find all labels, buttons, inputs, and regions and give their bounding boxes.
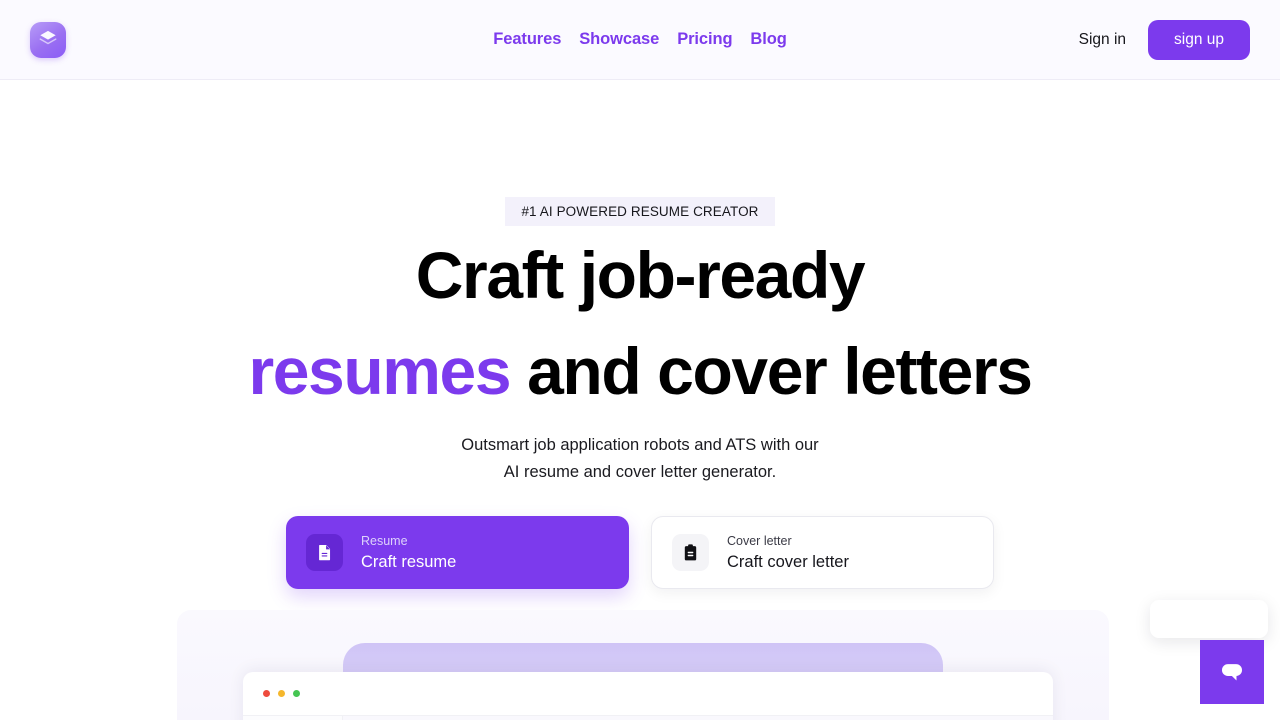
browser-window-mockup: [243, 672, 1053, 720]
headline-rest: and cover letters: [510, 334, 1033, 408]
resume-option-card[interactable]: Resume Craft resume: [286, 516, 629, 590]
headline-accent-word: resumes: [248, 334, 511, 408]
headline-line-2: resumes and cover letters: [0, 338, 1280, 404]
cover-letter-card-kicker: Cover letter: [727, 534, 792, 549]
resume-card-text: Resume Craft resume: [361, 532, 456, 572]
mode-selector: Resume Craft resume Cover letter Craft c…: [0, 516, 1280, 590]
hero-section: #1 AI POWERED RESUME CREATOR Craft job-r…: [0, 80, 1280, 590]
minimize-dot-icon: [278, 690, 285, 697]
window-sidebar: [243, 716, 343, 720]
nav-item-showcase[interactable]: Showcase: [579, 30, 659, 49]
hero-badge: #1 AI POWERED RESUME CREATOR: [505, 197, 775, 226]
sign-in-button[interactable]: Sign in: [1079, 31, 1126, 49]
chat-teaser-card[interactable]: [1150, 600, 1268, 638]
clipboard-icon: [672, 534, 709, 572]
resume-card-kicker: Resume: [361, 534, 408, 549]
headline-line-1: Craft job-ready: [415, 238, 866, 312]
maximize-dot-icon: [293, 690, 300, 697]
window-traffic-lights: [263, 690, 300, 697]
cover-letter-card-text: Cover letter Craft cover letter: [727, 532, 849, 572]
window-content: [343, 716, 1053, 720]
resume-card-title: Craft resume: [361, 552, 457, 571]
nav-item-features[interactable]: Features: [493, 30, 561, 49]
site-header: Features Showcase Pricing Blog Sign in s…: [0, 0, 1280, 80]
page-title: Craft job-ready resumes and cover letter…: [0, 242, 1280, 404]
close-dot-icon: [263, 690, 270, 697]
nav-item-pricing[interactable]: Pricing: [677, 30, 732, 49]
chat-bubble-icon: [1217, 656, 1247, 689]
subtitle-line-2: AI resume and cover letter generator.: [503, 463, 777, 482]
document-icon: [306, 534, 343, 572]
chat-launcher-button[interactable]: [1200, 640, 1264, 704]
cover-letter-card-title: Craft cover letter: [727, 552, 849, 571]
sign-up-button[interactable]: sign up: [1148, 19, 1250, 60]
auth-actions: Sign in sign up: [1079, 19, 1250, 60]
cover-letter-option-card[interactable]: Cover letter Craft cover letter: [651, 516, 994, 590]
hero-subtitle: Outsmart job application robots and ATS …: [0, 432, 1280, 486]
nav-item-blog[interactable]: Blog: [750, 30, 786, 49]
subtitle-line-1: Outsmart job application robots and ATS …: [461, 436, 819, 454]
window-body: [243, 715, 1053, 720]
product-preview: [177, 610, 1109, 720]
